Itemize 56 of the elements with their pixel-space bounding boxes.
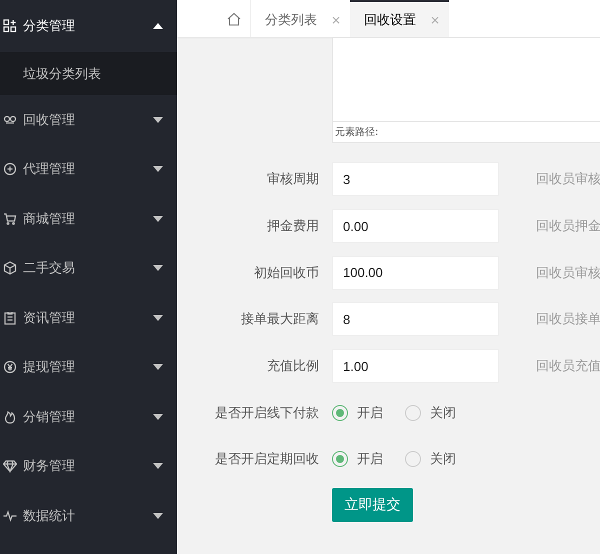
caret-icon	[153, 414, 163, 420]
caret-icon	[153, 23, 163, 29]
sidebar-item[interactable]: 回收管理	[0, 95, 177, 144]
plus-icon	[3, 162, 17, 176]
caret-icon	[153, 166, 163, 172]
radio-label[interactable]: 关闭	[430, 450, 456, 468]
field-label: 审核周期	[266, 171, 319, 188]
flame-icon	[3, 410, 17, 424]
caret-icon	[153, 116, 163, 123]
caret-icon	[153, 463, 163, 470]
caret-icon	[153, 512, 163, 519]
field-label: 初始回收币	[253, 264, 319, 282]
grid-icon	[3, 19, 17, 33]
home-icon	[226, 12, 240, 26]
sidebar-item[interactable]: 商城管理	[0, 194, 177, 244]
caret-icon	[153, 216, 163, 222]
tab[interactable]: 回收设置 ×	[350, 0, 449, 37]
submit-button[interactable]: 立即提交	[332, 488, 413, 522]
input-field[interactable]: 3	[332, 162, 499, 196]
radio-button[interactable]	[332, 404, 348, 421]
input-field[interactable]: 0.00	[332, 209, 499, 244]
cart-icon	[3, 212, 17, 226]
field-label: 押金费用	[266, 218, 319, 236]
yen-icon	[3, 360, 17, 374]
input-field[interactable]: 8	[332, 302, 499, 336]
input-field[interactable]: 100.00	[332, 256, 499, 290]
radio-button[interactable]	[405, 451, 421, 468]
sidebar-item[interactable]: 分销管理	[0, 392, 177, 442]
clipboard-icon	[3, 310, 17, 325]
caret-icon	[153, 364, 163, 370]
field-label: 是否开启线下付款	[214, 404, 319, 422]
sidebar-item[interactable]: 财务管理	[0, 442, 177, 491]
radio-label[interactable]: 关闭	[430, 404, 456, 422]
sidebar-item[interactable]: 资讯管理	[0, 293, 177, 342]
radio-label[interactable]: 开启	[357, 404, 383, 422]
submenu-item[interactable]: 垃圾分类列表	[0, 52, 177, 95]
radio-button[interactable]	[332, 451, 348, 468]
field-label: 是否开启定期回收	[214, 451, 319, 468]
cube-icon	[3, 261, 17, 276]
sidebar-item[interactable]: 数据统计	[0, 491, 177, 540]
editor-area[interactable]: 元素路径:	[332, 37, 600, 143]
sidebar-item[interactable]: 代理管理	[0, 144, 177, 194]
field-label: 接单最大距离	[240, 311, 319, 328]
sidebar-item[interactable]: 分类管理	[0, 0, 177, 52]
sidebar-item[interactable]: 提现管理	[0, 342, 177, 392]
field-label: 充值比例	[266, 358, 319, 376]
caret-icon	[153, 265, 163, 272]
caret-icon	[153, 314, 163, 321]
pulse-icon	[3, 508, 17, 523]
element-path: 元素路径:	[333, 121, 600, 142]
radio-button[interactable]	[405, 404, 421, 421]
sidebar-item[interactable]: 二手交易	[0, 244, 177, 293]
radio-label[interactable]: 开启	[357, 450, 383, 468]
diamond-icon	[3, 459, 17, 474]
tab[interactable]: 分类列表 ×	[251, 0, 350, 37]
input-field[interactable]: 1.00	[332, 349, 499, 384]
